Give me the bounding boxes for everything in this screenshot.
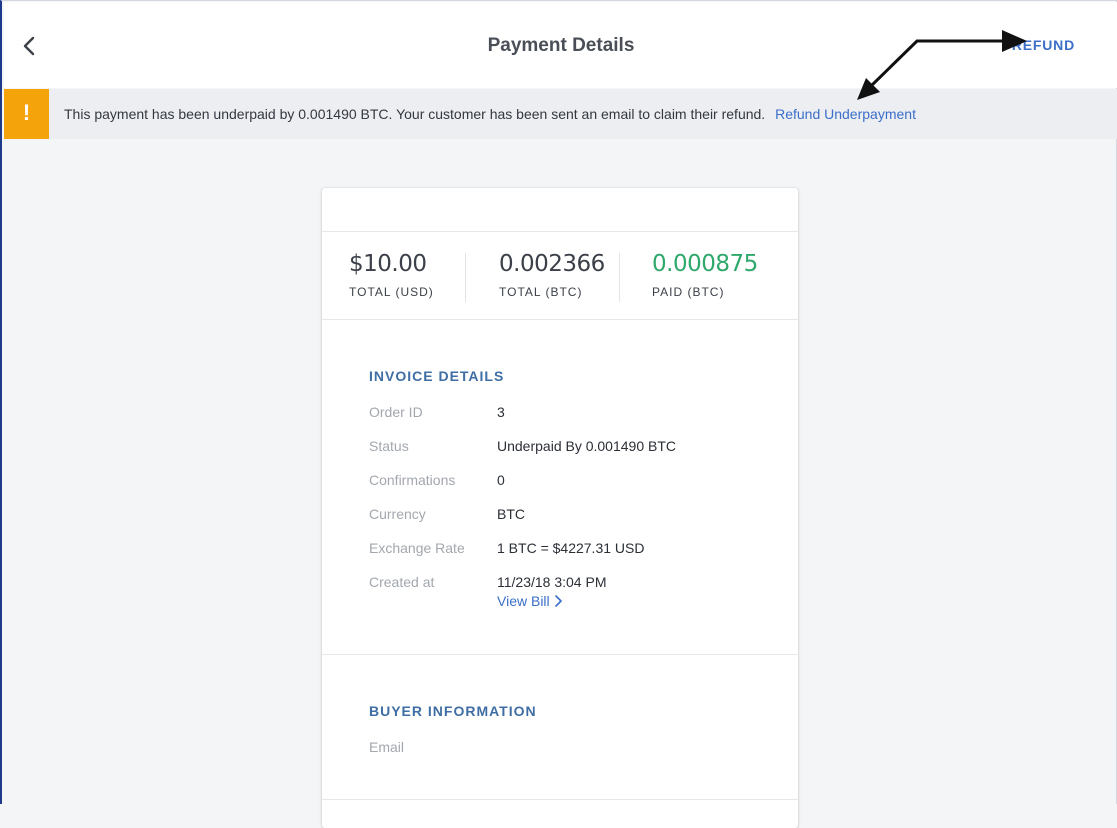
buyer-information-heading: BUYER INFORMATION — [369, 703, 537, 719]
stat-separator — [619, 253, 620, 302]
stat-separator — [465, 253, 466, 302]
view-bill-link[interactable]: View Bill — [497, 593, 562, 609]
invoice-details-heading: INVOICE DETAILS — [369, 368, 505, 384]
chevron-right-icon — [554, 595, 562, 607]
alert-message-text: This payment has been underpaid by 0.001… — [64, 106, 766, 122]
exchange-rate-label: Exchange Rate — [369, 540, 465, 556]
order-id-value: 3 — [497, 404, 505, 420]
currency-value: BTC — [497, 506, 525, 522]
email-label: Email — [369, 739, 405, 755]
order-id-label: Order ID — [369, 404, 423, 420]
summary-total-btc: 0.002366 TOTAL (BTC) — [499, 251, 605, 299]
app-window: Payment Details REFUND ! This payment ha… — [0, 0, 1117, 828]
status-value: Underpaid By 0.001490 BTC — [497, 438, 676, 454]
stat-label: PAID (BTC) — [652, 285, 725, 299]
confirmations-value: 0 — [497, 472, 505, 488]
exclamation-icon: ! — [4, 89, 49, 139]
refund-button[interactable]: REFUND — [1012, 37, 1075, 53]
created-at-value: 11/23/18 3:04 PM — [497, 574, 607, 590]
stat-value: 0.002366 — [499, 251, 605, 277]
card-divider — [322, 799, 798, 800]
summary-total-usd: $10.00 TOTAL (USD) — [349, 251, 434, 299]
created-at-label: Created at — [369, 574, 435, 590]
currency-label: Currency — [369, 506, 426, 522]
status-label: Status — [369, 438, 409, 454]
underpayment-alert: ! This payment has been underpaid by 0.0… — [4, 89, 1117, 139]
stat-value: $10.00 — [349, 251, 427, 277]
stat-label: TOTAL (USD) — [349, 285, 434, 299]
view-bill-label: View Bill — [497, 593, 550, 609]
page-title: Payment Details — [487, 35, 635, 56]
stat-value: 0.000875 — [652, 251, 758, 277]
header-bar: Payment Details REFUND — [4, 2, 1117, 88]
alert-message: This payment has been underpaid by 0.001… — [64, 106, 916, 122]
payment-card: $10.00 TOTAL (USD) 0.002366 TOTAL (BTC) … — [322, 188, 798, 828]
exchange-rate-value: 1 BTC = $4227.31 USD — [497, 540, 645, 556]
card-divider — [322, 319, 798, 320]
refund-underpayment-link[interactable]: Refund Underpayment — [775, 106, 916, 122]
confirmations-label: Confirmations — [369, 472, 456, 488]
stat-label: TOTAL (BTC) — [499, 285, 583, 299]
summary-paid-btc: 0.000875 PAID (BTC) — [652, 251, 758, 299]
card-divider — [322, 654, 798, 655]
card-divider — [322, 231, 798, 232]
